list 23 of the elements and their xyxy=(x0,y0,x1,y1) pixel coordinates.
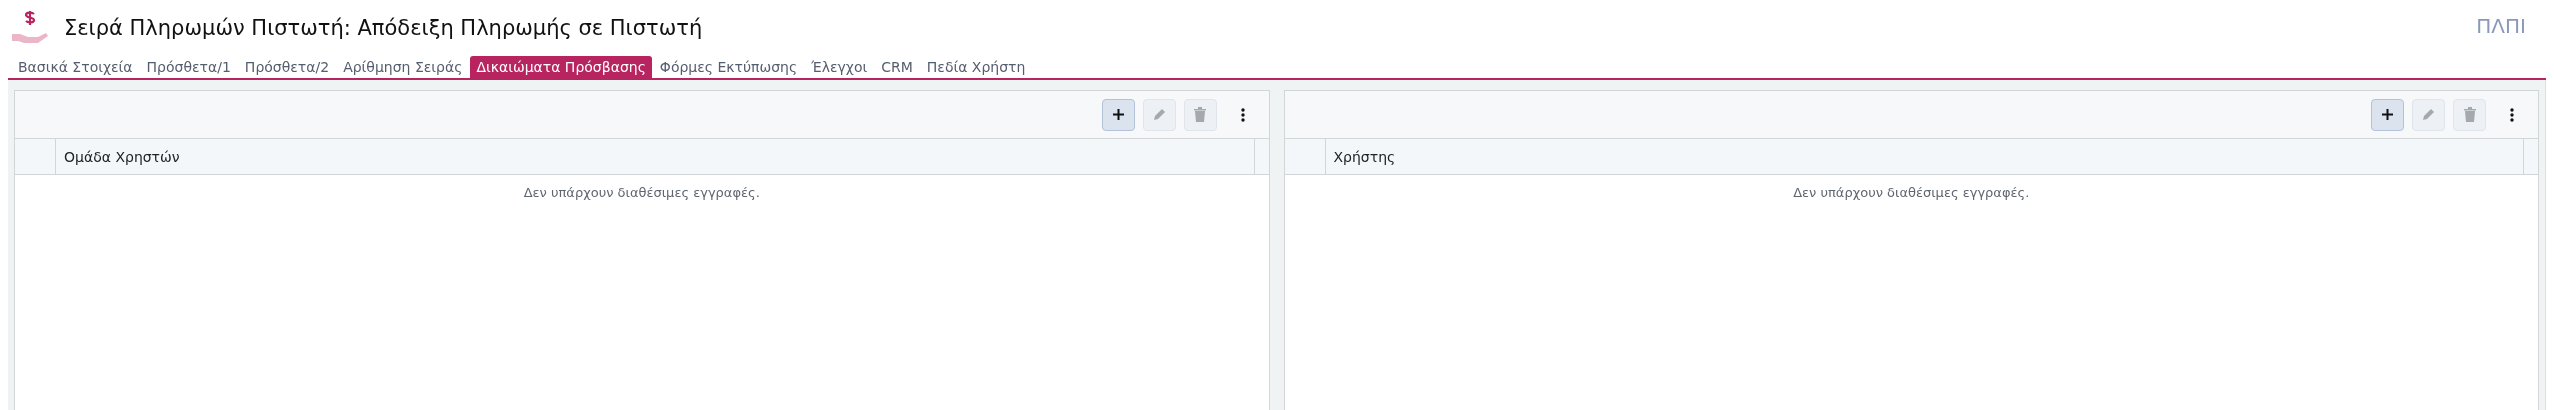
tab[interactable]: CRM xyxy=(875,56,919,78)
more-icon xyxy=(1240,107,1245,122)
plus-icon xyxy=(2381,108,2394,121)
pencil-icon xyxy=(2421,107,2436,122)
empty-message: Δεν υπάρχουν διαθέσιμες εγγραφές. xyxy=(1792,184,2031,200)
tab[interactable]: Έλεγχοι xyxy=(805,56,874,78)
trash-icon xyxy=(1194,107,1206,122)
more-icon xyxy=(2510,107,2514,122)
tab[interactable]: Αρίθμηση Σειράς xyxy=(337,56,469,78)
add-button[interactable] xyxy=(2371,98,2404,131)
tab[interactable]: Πεδία Χρήστη xyxy=(920,56,1032,78)
tab[interactable]: Πρόσθετα/1 xyxy=(140,56,237,78)
add-button[interactable] xyxy=(1101,98,1135,131)
tab[interactable]: Πρόσθετα/2 xyxy=(238,56,336,78)
empty-message: Δεν υπάρχουν διαθέσιμες εγγραφές. xyxy=(522,184,761,200)
plus-icon xyxy=(1111,108,1125,121)
pencil-icon xyxy=(1151,107,1167,122)
tab[interactable]: Φόρμες Εκτύπωσης xyxy=(653,56,804,78)
tab[interactable]: Βασικά Στοιχεία xyxy=(12,56,139,78)
trash-icon xyxy=(2463,107,2476,122)
corner-label: ΠΛΠΙ xyxy=(2476,14,2526,38)
tab[interactable]: Δικαιώματα Πρόσβασης xyxy=(470,56,652,78)
page-title: Σειρά Πληρωμών Πιστωτή: Απόδειξη Πληρωμής σε Πιστωτή xyxy=(64,16,704,40)
